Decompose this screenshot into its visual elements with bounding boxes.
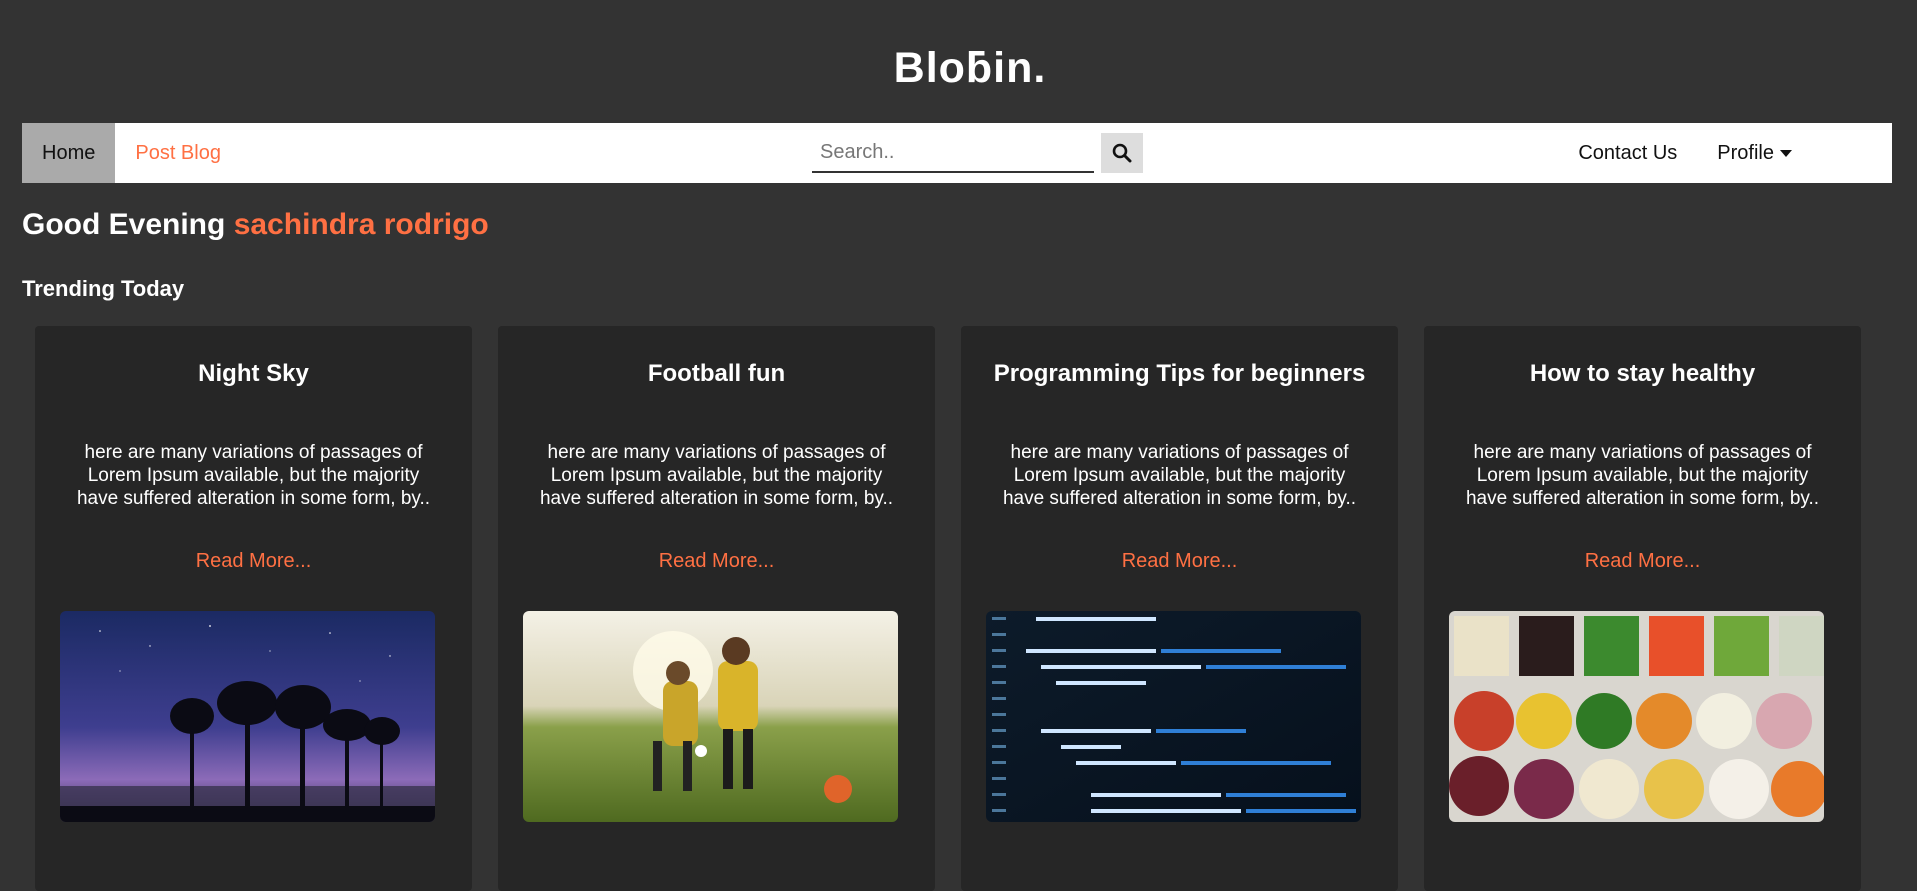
nav-post-blog[interactable]: Post Blog bbox=[115, 123, 241, 183]
greeting-username: sachindra rodrigo bbox=[233, 208, 489, 241]
read-more-link[interactable]: Read More... bbox=[961, 550, 1398, 573]
card-title: Football fun bbox=[647, 360, 786, 387]
nav-contact-us[interactable]: Contact Us bbox=[1558, 123, 1697, 183]
card-image-vegetables[interactable] bbox=[1449, 611, 1824, 822]
read-more-link[interactable]: Read More... bbox=[498, 550, 935, 573]
card-image-football[interactable] bbox=[523, 611, 898, 822]
main-navbar: Home Post Blog Contact Us Profile bbox=[22, 123, 1892, 183]
card-title: Programming Tips for beginners bbox=[993, 360, 1366, 387]
blog-card: Football fun here are many variations of… bbox=[498, 326, 935, 891]
card-excerpt: here are many variations of passages of … bbox=[1002, 442, 1357, 509]
blog-card: Programming Tips for beginners here are … bbox=[961, 326, 1398, 891]
site-logo[interactable]: Bloƃin. bbox=[0, 44, 1917, 93]
search-input[interactable] bbox=[812, 133, 1094, 173]
blog-card: How to stay healthy here are many variat… bbox=[1424, 326, 1861, 891]
card-title: How to stay healthy bbox=[1529, 360, 1756, 387]
card-title: Night Sky bbox=[198, 360, 309, 387]
nav-profile-dropdown[interactable]: Profile bbox=[1697, 123, 1812, 183]
search-icon bbox=[1112, 143, 1132, 163]
caret-down-icon bbox=[1780, 149, 1792, 157]
trending-title: Trending Today bbox=[22, 276, 185, 301]
card-excerpt: here are many variations of passages of … bbox=[76, 442, 431, 509]
greeting-prefix: Good Evening bbox=[22, 208, 226, 241]
nav-profile-label: Profile bbox=[1717, 141, 1774, 164]
card-image-night-sky[interactable] bbox=[60, 611, 435, 822]
card-excerpt: here are many variations of passages of … bbox=[1465, 442, 1820, 509]
nav-right: Contact Us Profile bbox=[1558, 123, 1812, 183]
search-bar bbox=[812, 133, 1143, 173]
search-button[interactable] bbox=[1101, 133, 1143, 173]
read-more-link[interactable]: Read More... bbox=[35, 550, 472, 573]
card-image-code[interactable] bbox=[986, 611, 1361, 822]
greeting: Good Evening sachindra rodrigo bbox=[22, 208, 489, 242]
nav-home[interactable]: Home bbox=[22, 123, 116, 183]
blog-card: Night Sky here are many variations of pa… bbox=[35, 326, 472, 891]
read-more-link[interactable]: Read More... bbox=[1424, 550, 1861, 573]
trending-cards: Night Sky here are many variations of pa… bbox=[35, 326, 1861, 891]
card-excerpt: here are many variations of passages of … bbox=[539, 442, 894, 509]
